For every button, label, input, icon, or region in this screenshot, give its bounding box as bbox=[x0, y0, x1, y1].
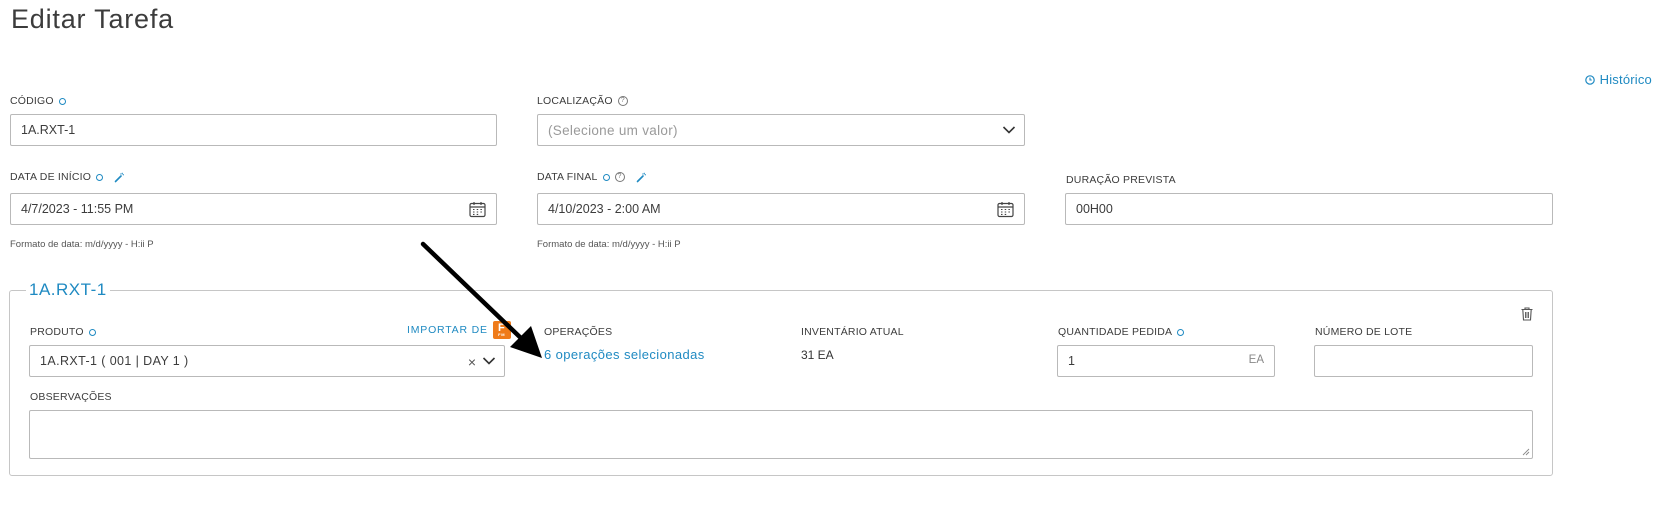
quantidade-value: 1 bbox=[1068, 354, 1075, 368]
annotation-arrow-icon bbox=[420, 241, 542, 358]
magic-wand-icon[interactable] bbox=[114, 172, 125, 183]
codigo-input[interactable]: 1A.RXT-1 bbox=[10, 114, 497, 146]
data-inicio-value: 4/7/2023 - 11:55 PM bbox=[21, 202, 134, 216]
inventario-value: 31 EA bbox=[801, 348, 834, 362]
localizacao-placeholder: (Selecione um valor) bbox=[548, 122, 678, 138]
localizacao-label: LOCALIZAÇÃO ? bbox=[537, 95, 628, 107]
trash-icon[interactable] bbox=[1521, 307, 1533, 321]
help-icon[interactable]: ? bbox=[617, 96, 628, 106]
required-indicator-icon bbox=[88, 328, 96, 336]
lote-label-text: NÚMERO DE LOTE bbox=[1315, 326, 1413, 338]
codigo-label: CÓDIGO bbox=[10, 95, 66, 107]
produto-label-text: PRODUTO bbox=[30, 326, 84, 338]
codigo-label-text: CÓDIGO bbox=[10, 95, 54, 107]
data-final-input[interactable]: 4/10/2023 - 2:00 AM bbox=[537, 193, 1025, 225]
produto-label: PRODUTO bbox=[30, 326, 96, 338]
data-inicio-hint: Formato de data: m/d/yyyy - H:ii P bbox=[10, 239, 154, 250]
data-final-label: DATA FINAL ? bbox=[537, 171, 647, 183]
required-indicator-icon bbox=[96, 173, 104, 181]
quantidade-input[interactable]: 1 EA bbox=[1057, 345, 1275, 377]
chevron-down-icon bbox=[1002, 126, 1016, 134]
quantidade-label-text: QUANTIDADE PEDIDA bbox=[1058, 326, 1173, 338]
localizacao-label-text: LOCALIZAÇÃO bbox=[537, 95, 613, 107]
observacoes-textarea[interactable] bbox=[29, 410, 1533, 459]
data-final-value: 4/10/2023 - 2:00 AM bbox=[548, 202, 661, 216]
item-legend: 1A.RXT-1 bbox=[29, 280, 107, 299]
magic-wand-icon[interactable] bbox=[636, 172, 647, 183]
localizacao-select[interactable]: (Selecione um valor) bbox=[537, 114, 1025, 146]
data-inicio-input[interactable]: 4/7/2023 - 11:55 PM bbox=[10, 193, 497, 225]
operacoes-label-text: OPERAÇÕES bbox=[544, 326, 613, 338]
history-link[interactable]: Histórico bbox=[1584, 72, 1652, 87]
produto-value: 1A.RXT-1 ( 001 | DAY 1 ) bbox=[40, 354, 189, 368]
observacoes-label-text: OBSERVAÇÕES bbox=[30, 391, 112, 403]
observacoes-label: OBSERVAÇÕES bbox=[30, 391, 112, 403]
clock-icon bbox=[1584, 74, 1595, 85]
duracao-value: 00H00 bbox=[1076, 202, 1113, 216]
page-title: Editar Tarefa bbox=[11, 4, 174, 34]
calendar-icon[interactable] bbox=[997, 201, 1014, 218]
inventario-label-text: INVENTÁRIO ATUAL bbox=[801, 326, 904, 338]
help-icon[interactable]: ? bbox=[614, 172, 625, 182]
quantidade-unit: EA bbox=[1248, 354, 1264, 366]
history-label: Histórico bbox=[1599, 72, 1652, 87]
required-indicator-icon bbox=[58, 97, 66, 105]
duracao-label-text: DURAÇÃO PREVISTA bbox=[1066, 174, 1176, 186]
data-inicio-label: DATA DE INÍCIO bbox=[10, 171, 125, 183]
duracao-label: DURAÇÃO PREVISTA bbox=[1066, 174, 1176, 186]
inventario-label: INVENTÁRIO ATUAL bbox=[801, 326, 904, 338]
required-indicator-icon bbox=[1177, 328, 1185, 336]
resize-handle-icon[interactable] bbox=[1522, 448, 1530, 456]
lote-input[interactable] bbox=[1314, 345, 1533, 377]
data-final-label-text: DATA FINAL bbox=[537, 171, 598, 183]
codigo-value: 1A.RXT-1 bbox=[21, 123, 76, 137]
quantidade-label: QUANTIDADE PEDIDA bbox=[1058, 326, 1185, 338]
data-final-hint: Formato de data: m/d/yyyy - H:ii P bbox=[537, 239, 681, 250]
calendar-icon[interactable] bbox=[469, 201, 486, 218]
operacoes-selecionadas-link[interactable]: 6 operações selecionadas bbox=[544, 347, 705, 362]
data-inicio-label-text: DATA DE INÍCIO bbox=[10, 171, 92, 183]
lote-label: NÚMERO DE LOTE bbox=[1315, 326, 1412, 338]
duracao-input[interactable]: 00H00 bbox=[1065, 193, 1553, 225]
operacoes-label: OPERAÇÕES bbox=[544, 326, 612, 338]
required-indicator-icon bbox=[602, 173, 610, 181]
